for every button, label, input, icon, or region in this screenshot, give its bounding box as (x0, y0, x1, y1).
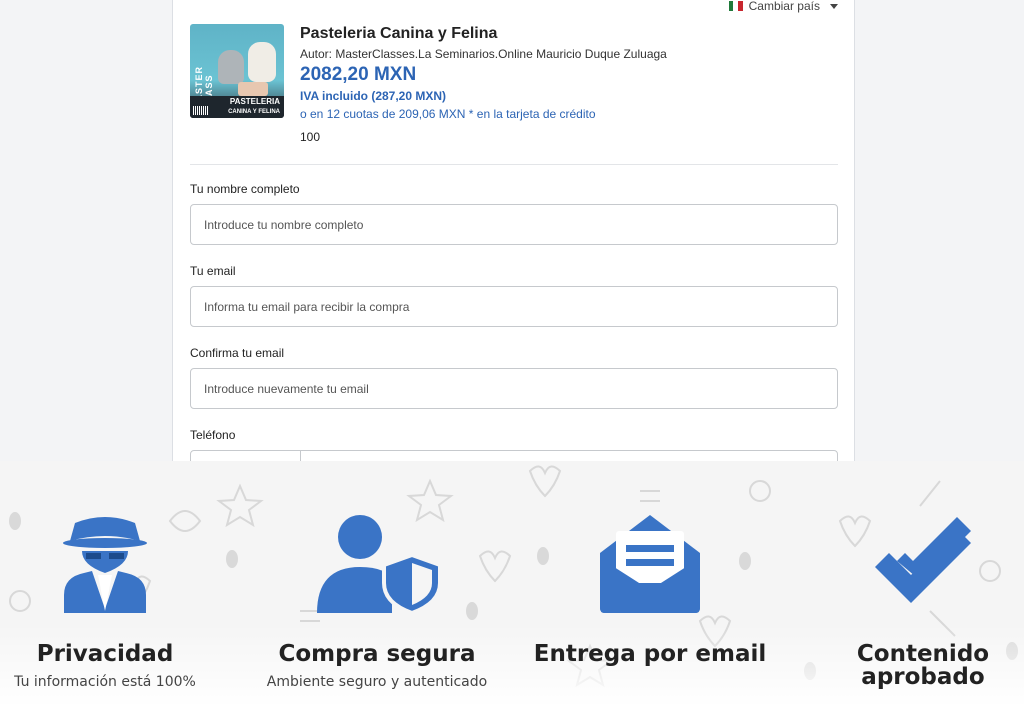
email-field-group: Tu email (190, 264, 838, 327)
user-shield-icon (317, 515, 442, 613)
name-field-group: Tu nombre completo (190, 182, 838, 245)
double-check-icon (875, 517, 971, 603)
tax-info: IVA incluido (287,20 MXN) (300, 89, 447, 103)
product-cover-image: MASTER CLASS PASTELERIA CANINA Y FELINA (190, 24, 284, 118)
caret-down-icon[interactable] (830, 3, 838, 9)
product-author: Autor: MasterClasses.La Seminarios.Onlin… (300, 47, 667, 61)
feature-privacy: Privacidad Tu información está 100% (0, 513, 225, 690)
email-label: Tu email (190, 264, 236, 278)
feature-email-title: Entrega por email (533, 641, 767, 667)
quantity-value: 100 (300, 130, 321, 144)
change-country-label[interactable]: Cambiar país (749, 0, 820, 13)
confirm-email-label: Confirma tu email (190, 346, 285, 360)
confirm-email-input[interactable] (190, 368, 838, 409)
cake-figure (238, 82, 268, 96)
feature-privacy-title: Privacidad (36, 641, 174, 667)
envelope-open-icon (600, 515, 700, 613)
barcode-icon (193, 106, 209, 115)
checkout-card: Cambiar país MASTER CLASS PASTELERIA CAN… (172, 0, 855, 491)
feature-secure-title: Compra segura (278, 641, 476, 667)
product-title: Pasteleria Canina y Felina (300, 25, 498, 42)
name-input[interactable] (190, 204, 838, 245)
feature-privacy-desc: Tu información está 100% (14, 674, 196, 690)
feature-approved-content: Contenido aprobado (803, 513, 1024, 697)
checkout-area: Cambiar país MASTER CLASS PASTELERIA CAN… (0, 0, 1024, 491)
dog-figure (248, 42, 276, 82)
change-country-button[interactable]: Cambiar país (728, 0, 838, 13)
feature-email-delivery: Entrega por email (530, 513, 770, 674)
feature-secure-purchase: Compra segura Ambiente seguro y autentic… (257, 513, 497, 690)
features-section: Privacidad Tu información está 100% Comp… (0, 461, 1024, 704)
email-input[interactable] (190, 286, 838, 327)
cover-title-line2: CANINA Y FELINA (228, 109, 280, 115)
name-label: Tu nombre completo (190, 182, 300, 196)
mexico-flag-icon (728, 1, 743, 11)
divider (190, 164, 838, 165)
spy-icon (63, 517, 147, 613)
feature-approved-title: Contenido aprobado (856, 641, 990, 690)
cat-figure (218, 50, 244, 84)
feature-secure-desc: Ambiente seguro y autenticado (266, 674, 488, 690)
cover-title-line1: PASTELERIA (229, 97, 280, 106)
product-info: Pasteleria Canina y Felina Autor: Master… (300, 24, 840, 144)
confirm-email-field-group: Confirma tu email (190, 346, 838, 409)
installments-info: o en 12 cuotas de 209,06 MXN * en la tar… (300, 107, 596, 121)
product-price: 2082,20 MXN (300, 64, 417, 85)
phone-label: Teléfono (190, 428, 236, 442)
